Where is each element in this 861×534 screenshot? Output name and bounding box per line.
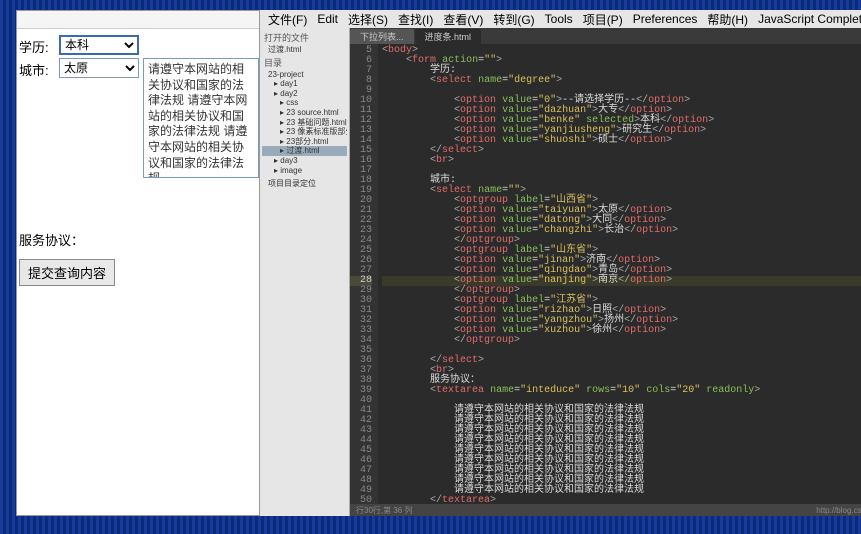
tree-item[interactable]: ▸ day3: [262, 156, 347, 166]
menu-item[interactable]: Edit: [313, 12, 342, 26]
tree-item[interactable]: ▸ 23 基础问题.html: [262, 118, 347, 128]
menu-item[interactable]: 选择(S): [344, 11, 392, 28]
file-sidebar[interactable]: 打开的文件 过渡.html 目录 23-project ▸ day1▸ day2…: [260, 28, 350, 516]
code-editor[interactable]: 5678910111213141516171819202122232425262…: [350, 44, 861, 504]
menu-item[interactable]: 查找(I): [394, 11, 437, 28]
menu-item[interactable]: Preferences: [629, 12, 702, 26]
project-root[interactable]: 23-project: [262, 70, 347, 80]
sidebar-other[interactable]: 项目目录定位: [262, 179, 347, 189]
menu-bar: 文件(F)Edit选择(S)查找(I)查看(V)转到(G)Tools项目(P)P…: [260, 10, 861, 28]
browser-toolbar: [17, 11, 259, 29]
service-textarea[interactable]: 请遵守本网站的相关协议和国家的法律法规 请遵守本网站的相关协议和国家的法律法规 …: [143, 58, 259, 178]
line-gutter: 5678910111213141516171819202122232425262…: [350, 44, 378, 504]
menu-item[interactable]: 查看(V): [439, 11, 487, 28]
code-content[interactable]: <body> <form action=""> 学历: <select name…: [378, 44, 861, 504]
city-select[interactable]: 太原: [59, 58, 139, 78]
tab-2[interactable]: 进度条.html: [415, 29, 482, 44]
degree-select[interactable]: 本科: [59, 35, 139, 55]
degree-label: 学历:: [19, 35, 59, 56]
menu-item[interactable]: 帮助(H): [703, 11, 752, 28]
tree-item[interactable]: ▸ 23部分.html: [262, 137, 347, 147]
status-left: 行30行,第 36 列: [356, 505, 412, 516]
tree-item[interactable]: ▸ 过渡.html: [262, 146, 347, 156]
tree-item[interactable]: ▸ css: [262, 98, 347, 108]
tab-1[interactable]: 下拉列表...: [350, 29, 414, 44]
city-label: 城市:: [19, 58, 59, 79]
folders-label: 目录: [262, 55, 347, 70]
menu-item[interactable]: 项目(P): [579, 11, 627, 28]
tab-bar: 下拉列表... 进度条.html: [350, 28, 861, 44]
open-file-item[interactable]: 过渡.html: [262, 45, 347, 55]
editor-window: 文件(F)Edit选择(S)查找(I)查看(V)转到(G)Tools项目(P)P…: [260, 10, 861, 516]
tree-item[interactable]: ▸ 23 像素标准版部分图.html: [262, 127, 347, 137]
menu-item[interactable]: Tools: [541, 12, 577, 26]
tree-item[interactable]: ▸ image: [262, 166, 347, 176]
tree-item[interactable]: ▸ day1: [262, 79, 347, 89]
submit-button[interactable]: 提交查询内容: [19, 259, 115, 286]
status-right: http://blog.csdn.net/u010758: [816, 506, 861, 515]
tree-item[interactable]: ▸ day2: [262, 89, 347, 99]
menu-item[interactable]: JavaScript Completions Tools: [754, 12, 861, 26]
status-bar: 行30行,第 36 列 http://blog.csdn.net/u010758: [350, 504, 861, 516]
menu-item[interactable]: 转到(G): [489, 11, 538, 28]
tree-item[interactable]: ▸ 23 source.html: [262, 108, 347, 118]
browser-preview-pane: 学历: 本科 城市: 太原 请遵守本网站的相关协议和国家的法律法规 请遵守本网站…: [16, 10, 260, 516]
open-files-label: 打开的文件: [262, 30, 347, 45]
service-label: 服务协议：: [19, 230, 84, 249]
menu-item[interactable]: 文件(F): [264, 11, 311, 28]
